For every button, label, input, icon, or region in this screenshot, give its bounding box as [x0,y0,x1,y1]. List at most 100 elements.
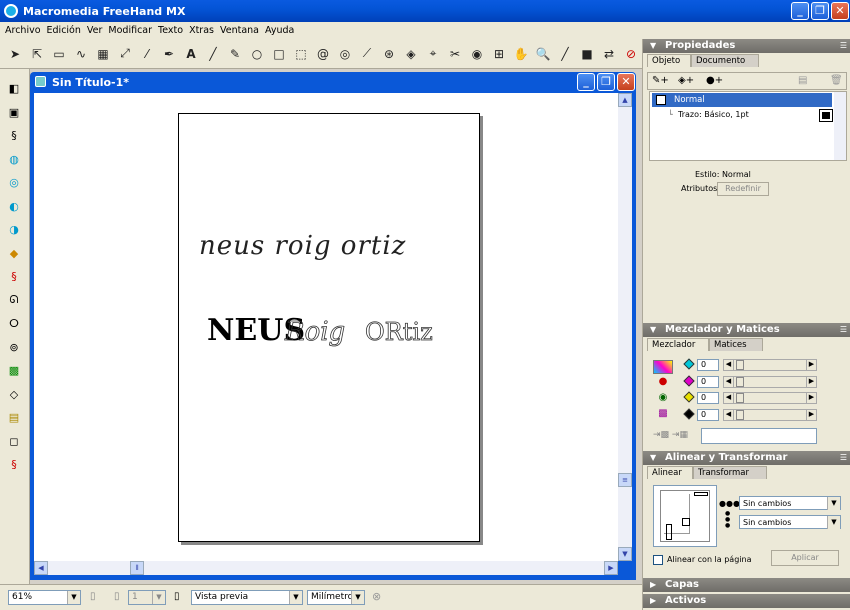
close-button[interactable]: ✕ [831,2,849,20]
list-item-normal[interactable]: Normal [652,93,832,107]
ellipse-tool-icon[interactable]: ○ [246,43,268,65]
perspective-tool-icon[interactable]: ◈ [400,43,422,65]
units-select[interactable]: Milímetros ▼ [307,590,365,605]
apply-button[interactable]: Aplicar [771,550,839,566]
page-number-select[interactable]: 1 ▼ [128,590,166,605]
menu-ayuda[interactable]: Ayuda [262,25,297,36]
artwork-line-2-roig[interactable]: Roig [284,317,346,348]
channel-slider[interactable]: ◀ ▶ [723,392,817,404]
menu-archivo[interactable]: Archivo [2,25,44,36]
maximize-button[interactable]: ❐ [811,2,829,20]
mixer-panel-header[interactable]: ▼ Mezclador y Matices ☰ [643,323,850,337]
system-color-icon[interactable]: ▩ [653,408,673,422]
horizontal-align-select[interactable]: Sin cambios ▼ [739,496,841,510]
swap-colors-icon[interactable]: ⇄ [598,43,620,65]
tool-16-icon[interactable]: ◻ [3,430,25,454]
tool-2-icon[interactable]: ▣ [3,101,25,125]
eyedropper-tool-icon[interactable]: ⁄ [136,43,158,65]
tab-transformar[interactable]: Transformar [693,466,767,479]
duplicate-icon[interactable]: ▤ [798,75,807,86]
view-mode-select[interactable]: Vista previa ▼ [191,590,303,605]
menu-edicion[interactable]: Edición [44,25,84,36]
3d-rotation-tool-icon[interactable]: ◉ [466,43,488,65]
channel-value-input[interactable]: 0 [697,408,719,421]
tab-mezclador[interactable]: Mezclador [647,338,709,351]
channel-value-input[interactable]: 0 [697,375,719,388]
tool-11-icon[interactable]: ⵔ [3,312,25,336]
align-to-page-checkbox[interactable] [653,555,663,565]
scroll-left-icon[interactable]: ◀ [34,561,48,575]
vertical-scrollbar[interactable]: ▲ ≡ ▼ [618,93,632,561]
vertical-align-select[interactable]: Sin cambios ▼ [739,515,841,529]
blend-tool-icon[interactable]: ⟋ [356,43,378,65]
channel-slider[interactable]: ◀ ▶ [723,408,817,421]
document-page[interactable]: neus roig ortiz NEUS Roig ORtiz [178,113,480,542]
align-preview-grid[interactable] [653,485,717,547]
subselect-tool-icon[interactable]: ⇱ [26,43,48,65]
fisheye-tool-icon[interactable]: ⊛ [378,43,400,65]
tool-7-icon[interactable]: ◑ [3,218,25,242]
doc-close-button[interactable]: ✕ [617,73,635,91]
hand-tool-icon[interactable]: ✋ [510,43,532,65]
scroll-up-icon[interactable]: ▲ [618,93,632,107]
trash-icon[interactable]: 🗑 [830,75,843,86]
no-color-icon[interactable]: ⊘ [620,43,642,65]
tool-6-icon[interactable]: ◐ [3,195,25,219]
scroll-right-icon[interactable]: ▶ [604,561,618,575]
tool-13-icon[interactable]: ▩ [3,359,25,383]
fill-color-icon[interactable]: ■ [576,43,598,65]
doc-minimize-button[interactable]: _ [577,73,595,91]
next-page-icon[interactable]: ▯ [114,591,120,602]
tool-14-icon[interactable]: ◇ [3,383,25,407]
properties-panel-header[interactable]: ▼ Propiedades ☰ [643,39,850,53]
tool-10-icon[interactable]: ᘏ [3,289,25,313]
pen-tool-icon[interactable]: ✒ [158,43,180,65]
layers-panel-header[interactable]: ▶ Capas [643,578,850,592]
stroke-swatch[interactable] [819,109,833,122]
tool-8-icon[interactable]: ◆ [3,242,25,266]
pencil-tool-icon[interactable]: ✎ [224,43,246,65]
stroke-color-icon[interactable]: ╱ [554,43,576,65]
color-preview[interactable] [701,428,817,444]
menu-texto[interactable]: Texto [155,25,186,36]
lasso-tool-icon[interactable]: ∿ [70,43,92,65]
channel-value-input[interactable]: 0 [697,392,719,404]
horizontal-scroll-thumb[interactable]: ⦀ [130,561,144,575]
tool-12-icon[interactable]: ⊚ [3,336,25,360]
list-item-stroke[interactable]: └ Trazo: Básico, 1pt [656,109,836,122]
tab-matices[interactable]: Matices [709,338,763,351]
tool-17-icon[interactable]: § [3,453,25,477]
scroll-down-icon[interactable]: ▼ [618,547,632,561]
spiral-tool-icon[interactable]: @ [312,43,334,65]
add-effect-icon[interactable]: ●+ [706,75,723,86]
properties-scrollbar[interactable] [834,92,846,160]
add-to-swatches-icon[interactable]: ⇥▩ ⇥▦ [653,430,688,440]
channel-slider[interactable]: ◀ ▶ [723,359,817,371]
align-panel-header[interactable]: ▼ Alinear y Transformar ☰ [643,451,850,465]
tab-alinear[interactable]: Alinear [647,466,693,479]
slider-thumb[interactable] [736,409,744,420]
freeform-tool-icon[interactable]: ◎ [334,43,356,65]
zoom-tool-icon[interactable]: 🔍 [532,43,554,65]
cmyk-mode-icon[interactable] [653,360,673,374]
slider-thumb[interactable] [736,360,744,370]
tool-15-icon[interactable]: ▤ [3,406,25,430]
trace-tool-icon[interactable]: ⌖ [422,43,444,65]
tool-3-icon[interactable]: § [3,124,25,148]
tool-5-icon[interactable]: ◎ [3,171,25,195]
polygon-tool-icon[interactable]: ⬚ [290,43,312,65]
redefine-button[interactable]: Redefinir [717,182,769,196]
doc-maximize-button[interactable]: ❐ [597,73,615,91]
pointer-tool-icon[interactable]: ➤ [4,43,26,65]
tool-1-icon[interactable]: ◧ [3,77,25,101]
zoom-select[interactable]: 61% ▼ [8,590,81,605]
connector-tool-icon[interactable]: ⊞ [488,43,510,65]
menu-ventana[interactable]: Ventana [217,25,262,36]
scale-tool-icon[interactable]: ⤢ [114,43,136,65]
horizontal-scrollbar[interactable]: ◀ ⦀ ▶ [34,561,618,575]
slider-thumb[interactable] [736,376,744,387]
hls-mode-icon[interactable]: ◉ [653,392,673,406]
chart-tool-icon[interactable]: ▦ [92,43,114,65]
channel-value-input[interactable]: 0 [697,359,719,371]
vertical-scroll-thumb[interactable]: ≡ [618,473,632,487]
